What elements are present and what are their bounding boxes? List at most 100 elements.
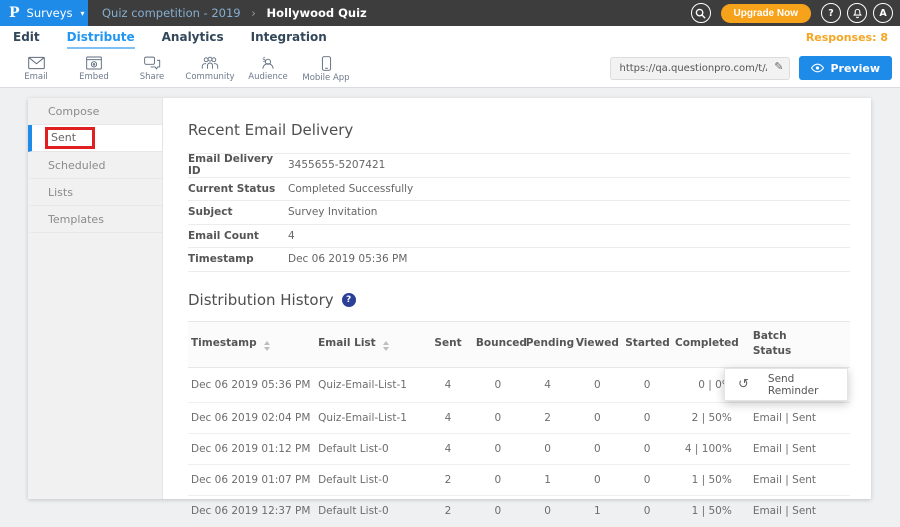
notifications-button[interactable] (847, 3, 867, 23)
cell-bounced: 0 (473, 496, 523, 527)
detail-row: Timestamp Dec 06 2019 05:36 PM (188, 248, 850, 272)
cell-email-list: Quiz-Email-List-1 (315, 403, 423, 434)
send-reminder-menu-item[interactable]: Send Reminder (768, 373, 847, 397)
avatar[interactable]: A (873, 3, 893, 23)
detail-label: Email Count (188, 230, 288, 242)
sidebar-item-lists[interactable]: Lists (28, 179, 162, 206)
chevron-down-icon: ▾ (81, 9, 85, 18)
cell-started: 0 (622, 496, 672, 527)
eye-icon (811, 63, 824, 73)
cell-actions (820, 465, 850, 496)
cell-email-list: Default List-0 (315, 434, 423, 465)
col-viewed: Viewed (572, 321, 622, 368)
mobile-app-icon (321, 56, 332, 71)
cell-sent: 2 (423, 465, 473, 496)
table-row[interactable]: Dec 06 2019 02:04 PM Quiz-Email-List-1 4… (188, 403, 850, 434)
breadcrumb-separator: › (251, 6, 256, 20)
recent-delivery-details: Email Delivery ID 3455655-5207421 Curren… (188, 153, 850, 272)
sidebar-item-sent[interactable]: Sent (28, 125, 162, 152)
audience-icon: $ (259, 56, 277, 70)
detail-label: Current Status (188, 183, 288, 195)
toolbar-item-email[interactable]: Email (7, 54, 65, 82)
breadcrumb-current: Hollywood Quiz (267, 6, 367, 20)
tab-distribute[interactable]: Distribute (67, 26, 135, 49)
detail-row: Subject Survey Invitation (188, 201, 850, 225)
detail-row: Current Status Completed Successfully (188, 178, 850, 202)
cell-email-list: Default List-0 (315, 465, 423, 496)
sidebar-item-scheduled[interactable]: Scheduled (28, 152, 162, 179)
detail-value: Completed Successfully (288, 183, 413, 195)
detail-row: Email Delivery ID 3455655-5207421 (188, 154, 850, 178)
email-sidebar: Compose Sent Scheduled Lists Templates (28, 98, 163, 499)
svg-text:$: $ (262, 58, 266, 64)
col-sent: Sent (423, 321, 473, 368)
toolbar-label: Mobile App (302, 73, 349, 83)
tab-edit[interactable]: Edit (13, 26, 40, 49)
section-tabs: Edit Distribute Analytics Integration Re… (0, 26, 900, 49)
product-switcher-label: Surveys (27, 6, 73, 20)
upgrade-now-button[interactable]: Upgrade Now (721, 4, 811, 23)
help-button[interactable]: ? (821, 3, 841, 23)
cell-viewed: 0 (572, 403, 622, 434)
toolbar-item-embed[interactable]: Embed (65, 54, 123, 82)
detail-row: Email Count 4 (188, 225, 850, 249)
col-bounced: Bounced (473, 321, 523, 368)
toolbar-label: Embed (79, 72, 109, 82)
toolbar-item-mobile-app[interactable]: Mobile App (297, 54, 355, 83)
distribute-toolbar: Email Embed Share Community $ Audience M… (0, 49, 900, 88)
toolbar-label: Community (185, 72, 234, 82)
tab-integration[interactable]: Integration (251, 26, 327, 49)
toolbar-item-share[interactable]: Share (123, 54, 181, 82)
cell-actions (820, 496, 850, 527)
send-reminder-icon: ↺ (738, 378, 749, 391)
table-row[interactable]: Dec 06 2019 01:12 PM Default List-0 4 0 … (188, 434, 850, 465)
col-timestamp[interactable]: Timestamp (188, 321, 315, 368)
survey-link-input[interactable] (610, 57, 790, 80)
content-card: Compose Sent Scheduled Lists Templates R… (28, 98, 871, 499)
col-actions (820, 321, 850, 368)
embed-icon (86, 56, 102, 70)
cell-sent: 2 (423, 496, 473, 527)
preview-button-label: Preview (830, 62, 880, 75)
tab-analytics[interactable]: Analytics (162, 26, 224, 49)
responses-count[interactable]: Responses: 8 (806, 26, 900, 49)
breadcrumb-parent[interactable]: Quiz competition - 2019 (102, 6, 241, 20)
questionpro-logo-icon: P (9, 5, 20, 21)
cell-pending: 0 (523, 496, 573, 527)
distribution-history-title: Distribution History (188, 291, 334, 309)
table-row[interactable]: Dec 06 2019 01:07 PM Default List-0 2 0 … (188, 465, 850, 496)
cell-bounced: 0 (473, 368, 523, 403)
sidebar-item-label: Compose (48, 105, 99, 118)
cell-pending: 2 (523, 403, 573, 434)
col-completed: Completed (672, 321, 740, 368)
cell-bounced: 0 (473, 434, 523, 465)
detail-value: Survey Invitation (288, 206, 377, 218)
detail-label: Email Delivery ID (188, 153, 288, 177)
cell-timestamp: Dec 06 2019 01:12 PM (188, 434, 315, 465)
detail-label: Timestamp (188, 253, 288, 265)
detail-label: Subject (188, 206, 288, 218)
detail-value: 3455655-5207421 (288, 159, 385, 171)
surveys-menu[interactable]: P Surveys ▾ (0, 0, 88, 26)
preview-button[interactable]: Preview (799, 56, 892, 80)
toolbar-item-community[interactable]: Community (181, 54, 239, 82)
main-panel: Recent Email Delivery Email Delivery ID … (163, 98, 871, 499)
search-button[interactable] (691, 3, 711, 23)
cell-pending: 0 (523, 434, 573, 465)
cell-sent: 4 (423, 403, 473, 434)
sidebar-item-compose[interactable]: Compose (28, 98, 162, 125)
sort-icon[interactable] (383, 341, 389, 351)
sort-icon[interactable] (264, 341, 270, 351)
table-row[interactable]: Dec 06 2019 12:37 PM Default List-0 2 0 … (188, 496, 850, 527)
history-help-icon[interactable]: ? (342, 293, 356, 307)
sidebar-item-label: Templates (48, 213, 104, 226)
distribution-history-table: Timestamp Email List Sent Bounced Pendin… (188, 321, 850, 527)
cell-batch-status: Email | Sent (740, 403, 820, 434)
toolbar-item-audience[interactable]: $ Audience (239, 54, 297, 82)
edit-link-icon[interactable]: ✎ (774, 60, 783, 73)
sidebar-item-templates[interactable]: Templates (28, 206, 162, 233)
cell-bounced: 0 (473, 465, 523, 496)
toolbar-label: Email (24, 72, 48, 82)
col-email-list[interactable]: Email List (315, 321, 423, 368)
cell-batch-status: Email | Sent (740, 496, 820, 527)
